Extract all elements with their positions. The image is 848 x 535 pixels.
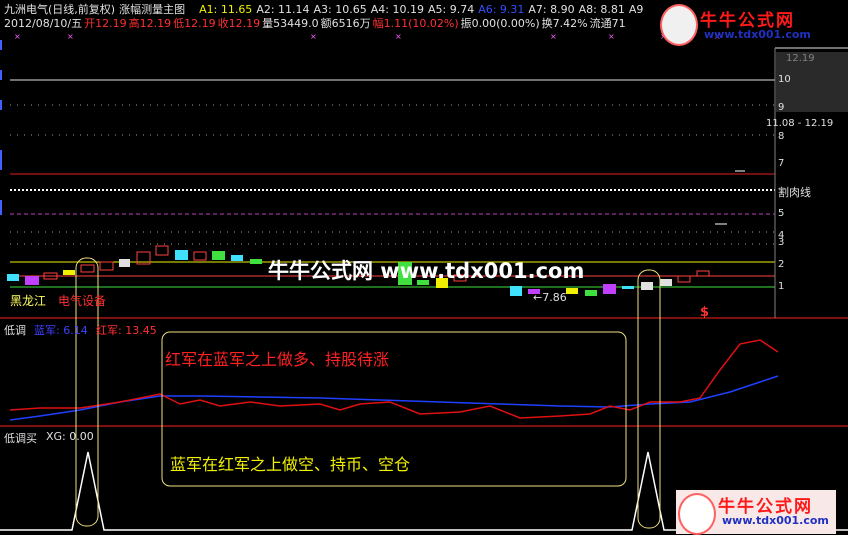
high-price: 高12.19 [128,17,172,30]
candle [622,286,634,289]
red-note: 红军在蓝军之上做多、持股待涨 [165,350,390,369]
candle [696,270,710,277]
stock-sector: 电气设备 [58,294,107,308]
candle [119,259,130,267]
tick-7: 7 [778,158,785,169]
signal-highlight-box [637,269,661,529]
watermark: 牛牛公式网 www.tdx001.com [268,259,585,283]
float-shares: 流通71 [589,17,626,30]
yellow-note: 蓝军在红军之上做空、持币、空仓 [170,455,411,474]
xg-label: XG: 0.00 [46,430,94,443]
svg-text:×: × [395,32,402,41]
candle [660,279,672,286]
tick-10: 10 [778,74,791,85]
candle [250,259,262,264]
low-price-marker: ←7.86 [533,291,567,304]
candle [603,284,616,294]
pane2-title: 低调买 [4,432,37,445]
cow-icon [678,493,716,535]
candle [641,282,653,290]
low-price: 低12.19 [173,17,216,30]
tick-1: 1 [778,281,785,292]
tick-8: 8 [778,131,785,142]
volume: 量53449.0 [262,17,319,30]
svg-text:×: × [67,32,74,41]
amplitude: 振0.00(0.00%) [460,17,540,30]
logo-url[interactable]: www.tdx001.com [704,28,811,41]
pane1-title: 低调 [4,324,26,337]
amount: 额6516万 [320,17,371,30]
candle [193,251,207,261]
blue-army-line [9,375,779,421]
tick-3: 3 [778,237,785,248]
svg-text:×: × [310,32,317,41]
candle [677,275,691,283]
candle [155,245,169,256]
turnover: 换7.42% [541,17,588,30]
tick-5: 5 [778,208,785,219]
candle [510,286,522,296]
tick-9: 9 [778,102,785,113]
open-price: 开12.19 [84,17,127,30]
candle [585,290,597,296]
svg-text:×: × [550,32,557,41]
top-x-markers: ×× ×× ×× ×× [14,32,721,41]
candle [99,261,114,271]
candle [25,276,39,285]
logo-bottom: 牛牛公式网 www.tdx001.com [676,490,836,535]
logo-url[interactable]: www.tdx001.com [722,514,829,527]
cut-line-label: 割肉线 [778,186,811,199]
ma-a9: A9 [628,3,644,16]
svg-text:×: × [14,32,21,41]
close-price: 收12.19 [217,17,261,30]
dollar-marker: $ [700,305,710,320]
candle [212,251,225,260]
blue-army-label: 蓝军: 6.14 [34,324,88,337]
candle [231,255,243,261]
candle [7,274,19,281]
candle [175,250,188,260]
red-army-line [9,339,779,419]
cow-icon [660,4,698,46]
tick-12-19: 12.19 [786,53,815,64]
logo-top: 牛牛公式网 www.tdx001.com [660,2,820,46]
svg-text:×: × [608,32,615,41]
stock-region: 黑龙江 [10,294,47,308]
candle [566,288,578,294]
date: 2012/08/10/五 [4,17,83,30]
change: 幅1.11(10.02%) [372,17,459,30]
date-range: 11.08 - 12.19 [766,118,834,129]
candle [80,264,95,273]
header-row-2: 2012/08/10/五 开12.19 高12.19 低12.19 收12.19 量534… [4,15,628,31]
candle [63,270,75,275]
tick-2: 2 [778,259,785,270]
red-army-label: 红军: 13.45 [96,324,157,337]
